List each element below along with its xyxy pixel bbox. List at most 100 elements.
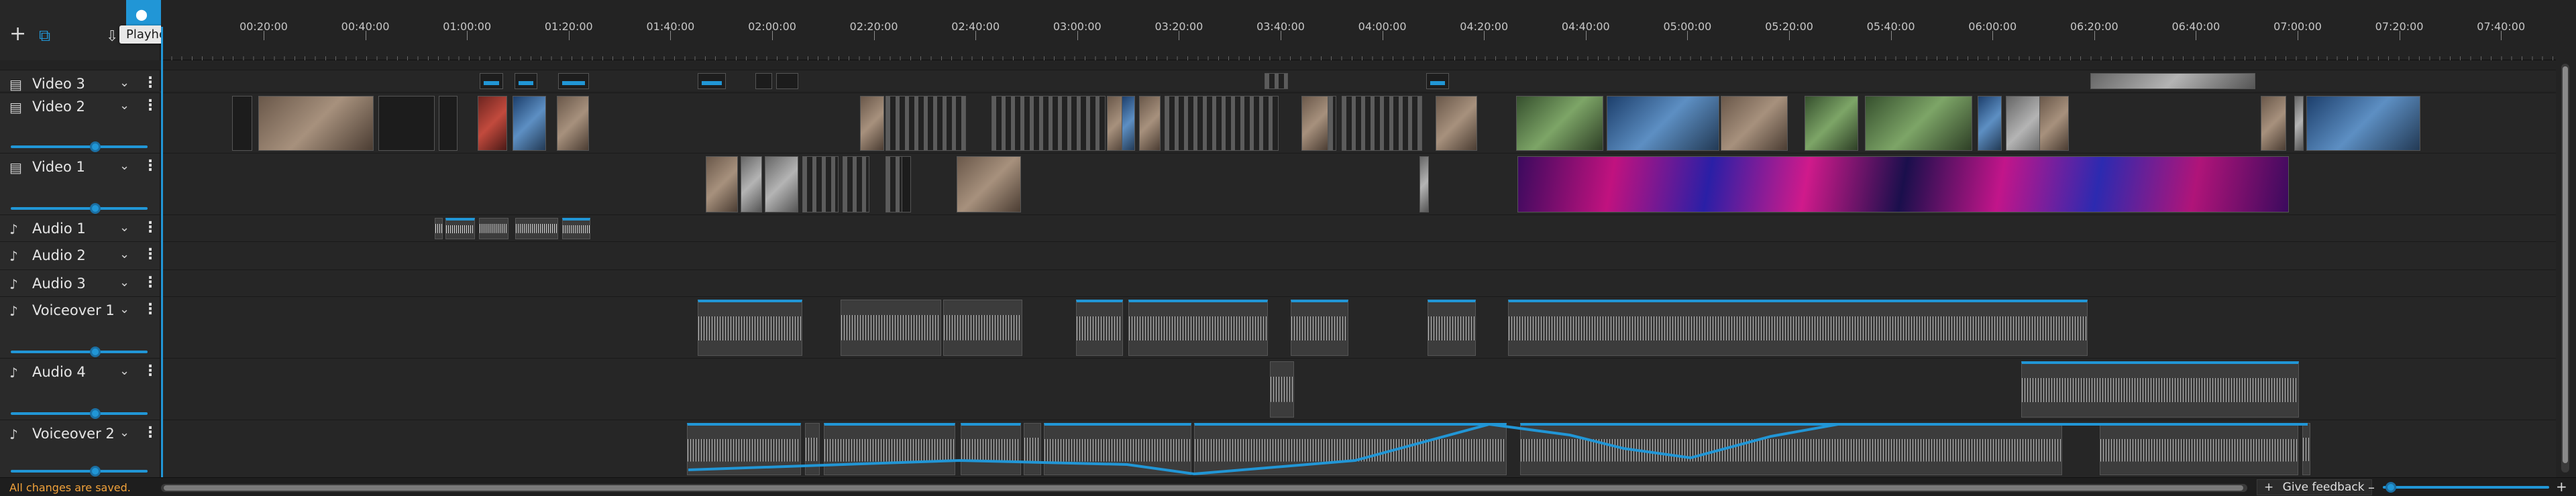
volume-slider-knob[interactable]	[90, 347, 101, 357]
video-clip[interactable]	[698, 73, 726, 89]
video-clip[interactable]	[1517, 156, 2289, 212]
zoom-slider-knob[interactable]	[2385, 482, 2396, 493]
video-clip[interactable]	[557, 96, 589, 151]
track-header-voiceover1[interactable]: ♪ Voiceover 1 ⌄ ⋮	[0, 296, 161, 358]
track-header-video2[interactable]: ▤ Video 2 ⌄ ⋮	[0, 92, 161, 153]
volume-slider[interactable]	[11, 408, 148, 419]
chevron-down-icon[interactable]: ⌄	[119, 221, 129, 235]
playhead-line[interactable]	[161, 27, 163, 489]
video-clip[interactable]	[513, 96, 546, 151]
kebab-menu-icon[interactable]: ⋮	[143, 74, 158, 91]
video-clip[interactable]	[1265, 73, 1288, 89]
volume-slider-knob[interactable]	[90, 466, 101, 477]
video-clip[interactable]	[378, 96, 435, 151]
track-lane-voiceover1[interactable]	[161, 296, 2556, 358]
kebab-menu-icon[interactable]: ⋮	[143, 219, 158, 236]
kebab-menu-icon[interactable]: ⋮	[143, 97, 158, 114]
zoom-out-icon[interactable]: –	[2368, 479, 2375, 495]
audio-clip[interactable]	[1428, 300, 1476, 356]
video-clip[interactable]	[706, 156, 738, 212]
video-clip[interactable]	[2294, 96, 2304, 151]
chevron-down-icon[interactable]: ⌄	[119, 159, 129, 173]
audio-clip[interactable]	[1128, 300, 1268, 356]
audio-clip[interactable]	[435, 218, 443, 239]
chevron-down-icon[interactable]: ⌄	[119, 426, 129, 440]
video-clip[interactable]	[1165, 96, 1279, 151]
give-feedback-button[interactable]: + Give feedback	[2257, 479, 2372, 495]
video-clip[interactable]	[2261, 96, 2286, 151]
track-header-video3[interactable]: ▤ Video 3 ⌄ ⋮	[0, 70, 161, 92]
track-lane-audio2[interactable]	[161, 241, 2556, 269]
vertical-scrollbar[interactable]	[2561, 64, 2569, 473]
kebab-menu-icon[interactable]: ⋮	[143, 274, 158, 291]
kebab-menu-icon[interactable]: ⋮	[143, 301, 158, 318]
audio-clip[interactable]	[1508, 300, 2088, 356]
track-lane-video2[interactable]	[161, 92, 2556, 153]
kebab-menu-icon[interactable]: ⋮	[143, 363, 158, 379]
horizontal-scrollbar[interactable]	[161, 484, 2247, 492]
kebab-menu-icon[interactable]: ⋮	[143, 246, 158, 263]
track-lane-voiceover2[interactable]	[161, 420, 2556, 477]
audio-clip[interactable]	[1270, 361, 1294, 418]
audio-clip[interactable]	[1076, 300, 1123, 356]
kebab-menu-icon[interactable]: ⋮	[143, 158, 158, 174]
volume-slider-knob[interactable]	[90, 408, 101, 419]
chevron-down-icon[interactable]: ⌄	[119, 302, 129, 316]
plus-icon[interactable]: +	[9, 24, 26, 44]
audio-clip[interactable]	[515, 218, 558, 239]
track-header-audio3[interactable]: ♪ Audio 3 ⌄ ⋮	[0, 269, 161, 296]
video-clip[interactable]	[1139, 96, 1161, 151]
save-icon[interactable]: ⇩	[106, 27, 118, 47]
volume-slider[interactable]	[11, 466, 148, 477]
audio-clip[interactable]	[445, 218, 475, 239]
video-clip[interactable]	[1978, 96, 2002, 151]
video-clip[interactable]	[885, 96, 966, 151]
video-clip[interactable]	[991, 96, 1106, 151]
video-clip[interactable]	[860, 96, 884, 151]
video-clip[interactable]	[802, 156, 839, 212]
video-clip[interactable]	[765, 156, 798, 212]
volume-slider-knob[interactable]	[90, 203, 101, 214]
video-clip[interactable]	[741, 156, 762, 212]
chevron-down-icon[interactable]: ⌄	[119, 364, 129, 378]
volume-slider-knob[interactable]	[90, 141, 101, 152]
video-clip[interactable]	[2090, 73, 2255, 89]
audio-clip[interactable]	[1291, 300, 1348, 356]
video-clip[interactable]	[1516, 96, 1603, 151]
track-header-audio2[interactable]: ♪ Audio 2 ⌄ ⋮	[0, 241, 161, 269]
video-clip[interactable]	[1426, 73, 1449, 89]
video-clip[interactable]	[902, 156, 911, 212]
zoom-slider[interactable]	[2383, 486, 2549, 489]
audio-clip[interactable]	[943, 300, 1022, 356]
zoom-in-icon[interactable]: +	[2556, 479, 2567, 495]
chevron-down-icon[interactable]: ⌄	[119, 247, 129, 261]
video-clip[interactable]	[755, 73, 772, 89]
video-clip[interactable]	[957, 156, 1021, 212]
audio-clip[interactable]	[2021, 361, 2299, 418]
chevron-down-icon[interactable]: ⌄	[119, 99, 129, 113]
video-clip[interactable]	[2039, 96, 2069, 151]
video-clip[interactable]	[1607, 96, 1719, 151]
volume-slider[interactable]	[11, 347, 148, 357]
map-marker-icon[interactable]: ⬤	[136, 7, 148, 23]
video-clip[interactable]	[232, 96, 252, 151]
track-header-audio4[interactable]: ♪ Audio 4 ⌄ ⋮	[0, 358, 161, 420]
track-header-video1[interactable]: ▤ Video 1 ⌄ ⋮	[0, 153, 161, 214]
vertical-scroll-thumb[interactable]	[2563, 66, 2568, 463]
video-clip[interactable]	[1436, 96, 1477, 151]
video-clip[interactable]	[776, 73, 798, 89]
video-clip[interactable]	[1865, 96, 1972, 151]
track-lane-audio4[interactable]	[161, 358, 2556, 420]
video-clip[interactable]	[1122, 96, 1135, 151]
audio-clip[interactable]	[698, 300, 802, 356]
chevron-down-icon[interactable]: ⌄	[119, 76, 129, 90]
volume-slider[interactable]	[11, 203, 148, 214]
track-header-voiceover2[interactable]: ♪ Voiceover 2 ⌄ ⋮	[0, 420, 161, 477]
video-clip[interactable]	[2306, 96, 2420, 151]
video-clip[interactable]	[1721, 96, 1788, 151]
video-clip[interactable]	[1805, 96, 1858, 151]
video-clip[interactable]	[843, 156, 869, 212]
video-clip[interactable]	[439, 96, 458, 151]
video-clip[interactable]	[1301, 96, 1328, 151]
video-clip[interactable]	[515, 73, 537, 89]
